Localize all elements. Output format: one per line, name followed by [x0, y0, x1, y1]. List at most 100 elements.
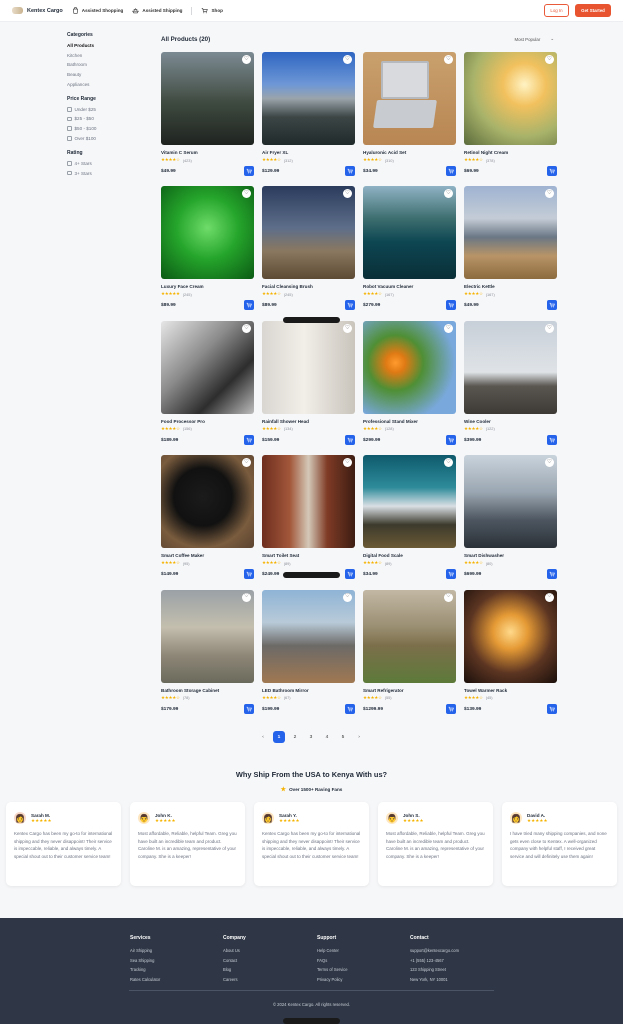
category-bathroom[interactable]: Bathroom	[67, 62, 147, 67]
product-name[interactable]: Robot Vacuum Cleaner	[363, 284, 456, 289]
heart-icon[interactable]: ♡	[343, 55, 352, 64]
product-card[interactable]: ♡ Smart Toilet Seat ★★★★☆ (89) $249.99	[262, 455, 355, 589]
heart-icon[interactable]: ♡	[545, 592, 554, 602]
product-image[interactable]: ♡	[363, 320, 456, 414]
category-beauty[interactable]: Beauty	[67, 72, 147, 77]
product-name[interactable]: Hyaluronic Acid Set	[363, 150, 456, 155]
heart-icon[interactable]: ♡	[343, 189, 352, 199]
heart-icon[interactable]: ♡	[242, 55, 251, 64]
add-to-cart-button[interactable]	[244, 569, 254, 580]
heart-icon[interactable]: ♡	[545, 189, 554, 199]
footer-link[interactable]: Terms of Service	[317, 967, 347, 972]
checkbox[interactable]	[67, 161, 72, 166]
add-to-cart-button[interactable]	[547, 569, 557, 580]
add-to-cart-button[interactable]	[345, 434, 355, 445]
add-to-cart-button[interactable]	[446, 569, 456, 580]
product-name[interactable]: Professional Stand Mixer	[363, 419, 456, 424]
heart-icon[interactable]: ♡	[343, 323, 352, 333]
heart-icon[interactable]: ♡	[343, 592, 352, 602]
add-to-cart-button[interactable]	[345, 703, 355, 714]
product-card[interactable]: ♡ LED Bathroom Mirror ★★★★☆ (67) $199.99	[262, 589, 355, 724]
checkbox[interactable]	[67, 116, 72, 122]
nav-assisted-shopping[interactable]: Assisted Shopping	[72, 7, 123, 14]
footer-link[interactable]: FAQs	[317, 958, 347, 963]
add-to-cart-button[interactable]	[244, 300, 254, 311]
product-name[interactable]: Luxury Face Cream	[161, 284, 254, 289]
brand-logo[interactable]: Kentex Cargo	[12, 7, 63, 14]
checkbox[interactable]	[67, 126, 72, 131]
add-to-cart-button[interactable]	[345, 569, 355, 580]
footer-link[interactable]: Privacy Policy	[317, 977, 347, 982]
product-name[interactable]: Smart Toilet Seat	[262, 553, 355, 558]
price-filter-50-100[interactable]: $50 - $100	[67, 126, 147, 131]
product-image[interactable]: ♡	[464, 52, 557, 145]
product-card[interactable]: ♡ Facial Cleansing Brush ★★★★☆ (245) $89…	[262, 186, 355, 320]
product-card[interactable]: ♡ Robot Vacuum Cleaner ★★★★☆ (167) $279.…	[363, 186, 456, 320]
heart-icon[interactable]: ♡	[444, 323, 453, 333]
product-card[interactable]: ♡ Smart Coffee Maker ★★★★☆ (95) $149.99	[161, 455, 254, 589]
product-card[interactable]: ♡ Digital Food Scale ★★★★☆ (89) $34.99	[363, 455, 456, 589]
add-to-cart-button[interactable]	[244, 434, 254, 445]
add-to-cart-button[interactable]	[446, 434, 456, 445]
product-name[interactable]: Facial Cleansing Brush	[262, 284, 355, 289]
product-name[interactable]: Towel Warmer Rack	[464, 688, 557, 693]
price-filter-25-50[interactable]: $25 - $50	[67, 116, 147, 121]
product-image[interactable]: ♡	[262, 52, 355, 145]
heart-icon[interactable]: ♡	[242, 189, 251, 199]
contact-phone[interactable]: +1 (555) 123-4567	[410, 958, 459, 963]
product-image[interactable]: ♡	[161, 589, 254, 683]
product-card[interactable]: ♡ Electric Kettle ★★★★☆ (167) $49.99	[464, 186, 557, 320]
nav-shop[interactable]: Shop	[201, 7, 223, 14]
rating-filter-3-plus[interactable]: 3+ Stars	[67, 171, 147, 176]
price-filter-over-100[interactable]: Over $100	[67, 136, 147, 141]
footer-link[interactable]: Careers	[223, 977, 246, 982]
nav-assisted-shipping[interactable]: Assisted Shipping	[132, 7, 182, 14]
product-name[interactable]: Smart Dishwasher	[464, 553, 557, 558]
product-card[interactable]: ♡ Vitamin C Serum ★★★★☆ (423) $49.99	[161, 52, 254, 186]
prev-page-button[interactable]: ‹	[257, 731, 269, 743]
footer-link[interactable]: Tracking	[130, 967, 160, 972]
footer-link[interactable]: Contact	[223, 958, 246, 963]
product-card[interactable]: ♡ Wine Cooler ★★★★☆ (122) $399.99	[464, 320, 557, 455]
product-card[interactable]: ♡ Smart Dishwasher ★★★★☆ (80) $699.99	[464, 455, 557, 589]
product-name[interactable]: Vitamin C Serum	[161, 150, 254, 155]
product-card[interactable]: ♡ Air Fryer XL ★★★★☆ (312) $129.99	[262, 52, 355, 186]
add-to-cart-button[interactable]	[446, 300, 456, 311]
product-card[interactable]: ♡ Retinol Night Cream ★★★★☆ (378) $69.99	[464, 52, 557, 186]
checkbox[interactable]	[67, 170, 72, 176]
footer-link[interactable]: Sea Shipping	[130, 958, 160, 963]
product-image[interactable]: ♡	[464, 320, 557, 414]
product-card[interactable]: ♡ Hyaluronic Acid Set ★★★★☆ (310) $34.99	[363, 52, 456, 186]
product-card[interactable]: ♡ Rainfall Shower Head ★★★★☆ (134) $159.…	[262, 320, 355, 455]
add-to-cart-button[interactable]	[244, 166, 254, 176]
product-name[interactable]: Smart Refrigerator	[363, 688, 456, 693]
get-started-button[interactable]: Get Started	[575, 4, 611, 17]
product-name[interactable]: Food Processor Pro	[161, 419, 254, 424]
add-to-cart-button[interactable]	[345, 300, 355, 311]
product-name[interactable]: Bathroom Storage Cabinet	[161, 688, 254, 693]
product-card[interactable]: ♡ Bathroom Storage Cabinet ★★★★☆ (78) $1…	[161, 589, 254, 724]
product-name[interactable]: Digital Food Scale	[363, 553, 456, 558]
product-card[interactable]: ♡ Smart Refrigerator ★★★★☆ (55) $1299.99	[363, 589, 456, 724]
category-appliances[interactable]: Appliances	[67, 82, 147, 87]
price-filter-under-25[interactable]: Under $25	[67, 107, 147, 112]
heart-icon[interactable]: ♡	[545, 458, 554, 468]
product-name[interactable]: Air Fryer XL	[262, 150, 355, 155]
rating-filter-4-plus[interactable]: 4+ Stars	[67, 161, 147, 166]
heart-icon[interactable]: ♡	[242, 592, 251, 602]
add-to-cart-button[interactable]	[244, 703, 254, 714]
product-name[interactable]: Rainfall Shower Head	[262, 419, 355, 424]
next-page-button[interactable]: ›	[353, 731, 365, 743]
contact-email[interactable]: support@kentexcargo.com	[410, 948, 459, 953]
checkbox[interactable]	[67, 107, 72, 112]
product-card[interactable]: ♡ Food Processor Pro ★★★★☆ (156) $189.99	[161, 320, 254, 455]
heart-icon[interactable]: ♡	[444, 55, 453, 64]
heart-icon[interactable]: ♡	[444, 458, 453, 468]
product-name[interactable]: Smart Coffee Maker	[161, 553, 254, 558]
product-image[interactable]: ♡	[161, 320, 254, 414]
footer-link[interactable]: Rates Calculator	[130, 977, 160, 982]
product-card[interactable]: ♡ Professional Stand Mixer ★★★★☆ (128) $…	[363, 320, 456, 455]
product-image[interactable]: ♡	[363, 589, 456, 683]
product-card[interactable]: ♡ Luxury Face Cream ★★★★★ (245) $89.99	[161, 186, 254, 320]
footer-link[interactable]: Blog	[223, 967, 246, 972]
